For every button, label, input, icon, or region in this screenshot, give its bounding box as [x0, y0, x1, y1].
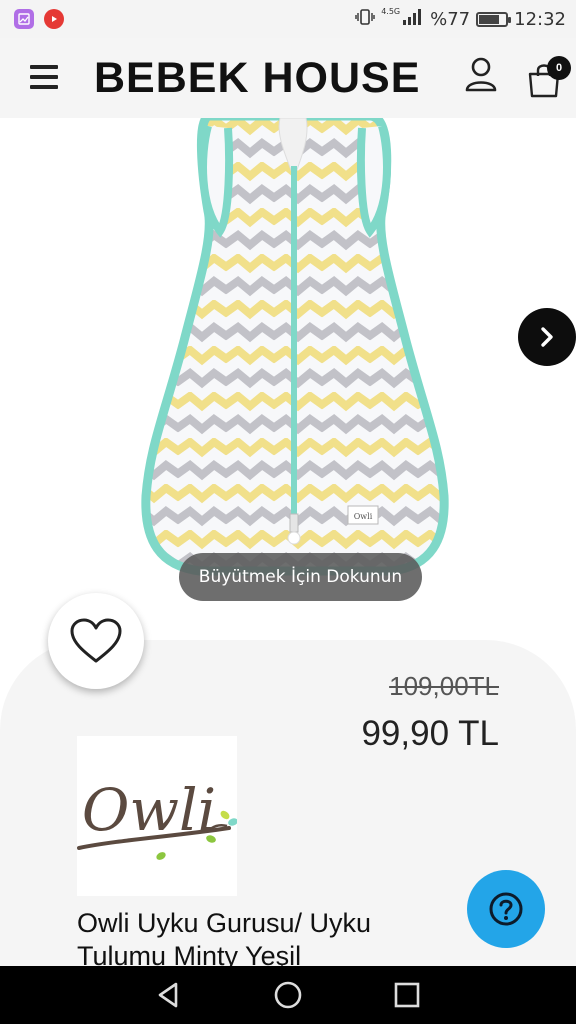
product-name: Owli Uyku Gurusu/ Uyku Tulumu Minty Yeşi… — [77, 908, 372, 971]
current-price: 99,90 TL — [361, 714, 499, 753]
menu-icon[interactable] — [30, 60, 66, 94]
heart-icon — [70, 618, 122, 663]
network-type: 4.5G — [381, 6, 401, 16]
help-icon — [489, 892, 523, 926]
next-image-button[interactable] — [518, 308, 576, 366]
app-header: BEBEK HOUSE 0 — [0, 38, 576, 118]
cart-count-badge: 0 — [547, 56, 571, 80]
zoom-hint-toast: Büyütmek İçin Dokunun — [179, 553, 422, 601]
help-button[interactable] — [467, 870, 545, 948]
old-price: 109,00TL — [389, 671, 499, 701]
product-gallery[interactable]: Owli Büyütmek İçin Dokunun — [0, 118, 576, 638]
chevron-right-icon — [541, 327, 553, 347]
notification-icons — [14, 9, 64, 29]
cart-button[interactable]: 0 — [526, 54, 571, 98]
clock: 12:32 — [514, 8, 566, 30]
battery-icon — [476, 11, 512, 27]
system-indicators: 4.5G %77 12:32 — [355, 7, 566, 32]
brand-title[interactable]: BEBEK HOUSE — [94, 54, 420, 103]
back-icon[interactable] — [154, 980, 184, 1010]
recents-icon[interactable] — [392, 980, 422, 1010]
user-icon[interactable] — [461, 54, 501, 94]
product-image[interactable]: Owli — [130, 118, 460, 586]
product-label-text: Owli — [354, 512, 373, 521]
home-icon[interactable] — [273, 980, 303, 1010]
brand-logo[interactable]: Owli — [77, 736, 238, 896]
youtube-icon — [44, 9, 64, 29]
system-nav-bar — [0, 966, 576, 1024]
battery-level — [479, 14, 500, 24]
signal-icon — [402, 8, 424, 31]
vibrate-icon — [355, 7, 375, 32]
gallery-app-icon — [14, 9, 34, 29]
favorite-button[interactable] — [48, 593, 144, 689]
status-bar: 4.5G %77 12:32 — [0, 0, 576, 38]
screen: 4.5G %77 12:32 BEBEK HOUSE 0 Owli Büyütm… — [0, 0, 576, 1024]
battery-percent: %77 — [430, 8, 471, 30]
